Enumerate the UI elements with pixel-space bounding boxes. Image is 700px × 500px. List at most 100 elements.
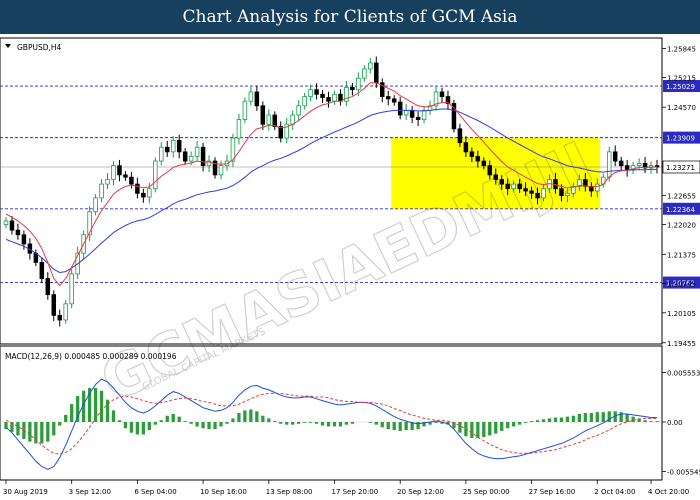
candle-body xyxy=(129,176,134,185)
candle-body xyxy=(135,183,140,194)
time-tick-label-4: 13 Sep 08:00 xyxy=(266,488,313,496)
candle-body xyxy=(159,146,164,162)
candle-body xyxy=(511,183,516,190)
price-tick-label-7: 1.20745 xyxy=(667,280,696,288)
time-tick-label-10: 4 Oct 20:00 xyxy=(648,488,689,496)
candle-body xyxy=(499,179,504,185)
price-tick-label-1: 1.25215 xyxy=(667,74,696,82)
candle-body xyxy=(326,97,331,102)
price-tick-label-4: 1.22655 xyxy=(667,192,696,200)
candle-body xyxy=(3,220,9,226)
candle-body xyxy=(595,183,600,192)
macd-tick-label-1: 0.00 xyxy=(667,419,683,427)
candle-body xyxy=(218,165,224,176)
candle-body xyxy=(368,62,373,70)
candle-body xyxy=(487,165,493,176)
candle-body xyxy=(200,146,206,167)
macd-tick-label-0: 0.005553 xyxy=(667,369,700,377)
time-tick-label-2: 6 Sep 04:00 xyxy=(134,488,176,496)
candle-body xyxy=(320,93,325,98)
candle-body xyxy=(415,116,421,121)
candle-body xyxy=(385,96,391,100)
candle-body xyxy=(15,229,21,236)
candle-body xyxy=(296,105,301,116)
candle-body xyxy=(439,91,445,97)
candle-body xyxy=(463,142,469,153)
time-tick-label-9: 2 Oct 04:00 xyxy=(594,488,635,496)
candle-body xyxy=(505,183,510,190)
candle-body xyxy=(141,192,146,198)
candle-body xyxy=(194,146,200,157)
level-label-1: 1.23909 xyxy=(666,135,695,143)
time-tick-label-3: 10 Sep 16:00 xyxy=(200,488,247,496)
macd-pane-title: MACD(12,26,9) 0.000485 0.000289 0.000196 xyxy=(5,352,177,361)
candle-body xyxy=(242,100,248,121)
level-label-2: 1.22364 xyxy=(666,206,695,214)
candle-body xyxy=(117,165,122,176)
price-tick-label-0: 1.25845 xyxy=(667,45,696,53)
candle-body xyxy=(636,162,642,167)
candle-body xyxy=(493,174,499,180)
candle-body xyxy=(176,139,182,153)
candle-body xyxy=(541,188,546,199)
candle-body xyxy=(374,62,379,84)
candle-body xyxy=(21,234,27,245)
candle-body xyxy=(565,192,570,197)
candle-body xyxy=(457,128,463,144)
candle-body xyxy=(63,303,68,321)
candle-body xyxy=(421,109,427,121)
candle-body xyxy=(403,109,409,116)
candle-body xyxy=(481,160,487,167)
candle-body xyxy=(182,151,188,162)
candle-body xyxy=(188,156,194,162)
candle-body xyxy=(153,160,158,190)
candle-body xyxy=(606,151,612,178)
candle-body xyxy=(111,165,116,180)
candle-body xyxy=(314,89,319,95)
candle-body xyxy=(164,146,170,153)
candle-body xyxy=(260,105,266,125)
level-label-0: 1.25029 xyxy=(666,83,695,91)
candle-body xyxy=(469,151,475,157)
price-tick-label-5: 1.22020 xyxy=(667,222,696,230)
candle-body xyxy=(618,160,624,167)
candle-body xyxy=(254,91,260,107)
candle-body xyxy=(612,151,618,162)
candle-body xyxy=(350,86,355,91)
candle-body xyxy=(362,68,367,79)
candle-body xyxy=(57,314,62,321)
time-tick-label-6: 20 Sep 12:00 xyxy=(397,488,444,496)
candle-body xyxy=(272,114,278,127)
candle-body xyxy=(523,188,528,192)
candle-body xyxy=(308,89,313,97)
candle-body xyxy=(45,278,51,296)
time-tick-label-0: 30 Aug 2019 xyxy=(3,488,48,496)
candle-body xyxy=(9,220,15,231)
candle-body xyxy=(248,91,254,102)
price-tick-label-2: 1.24570 xyxy=(667,104,696,112)
candle-body xyxy=(93,197,98,213)
price-pane-title: GBPUSD,H4 xyxy=(17,43,62,52)
price-tick-label-6: 1.21375 xyxy=(667,251,696,259)
chart-frame: Chart Analysis for Clients of GCM Asia 1… xyxy=(0,0,700,500)
price-chart-svg: 1.250291.239091.223641.20762 GCMASIAEDMI… xyxy=(0,34,700,500)
candle-body xyxy=(236,119,242,139)
price-tick-label-8: 1.20105 xyxy=(667,310,696,318)
price-tick-label-9: 1.19455 xyxy=(667,340,696,348)
time-tick-label-1: 3 Sep 12:00 xyxy=(69,488,111,496)
time-tick-label-7: 25 Sep 00:00 xyxy=(463,488,510,496)
candle-body xyxy=(69,273,74,305)
candle-body xyxy=(99,183,104,199)
time-tick-label-8: 27 Sep 16:00 xyxy=(529,488,576,496)
candle-body xyxy=(559,188,564,197)
candle-body xyxy=(332,93,337,102)
time-tick-label-5: 17 Sep 20:00 xyxy=(331,488,378,496)
candle-body xyxy=(123,174,128,178)
candle-body xyxy=(475,156,481,162)
candle-body xyxy=(147,188,152,198)
current-price-label: 1.23271 xyxy=(666,164,695,172)
candle-body xyxy=(87,211,92,236)
candle-body xyxy=(391,98,397,103)
candle-body xyxy=(302,96,307,107)
candle-body xyxy=(170,139,176,153)
